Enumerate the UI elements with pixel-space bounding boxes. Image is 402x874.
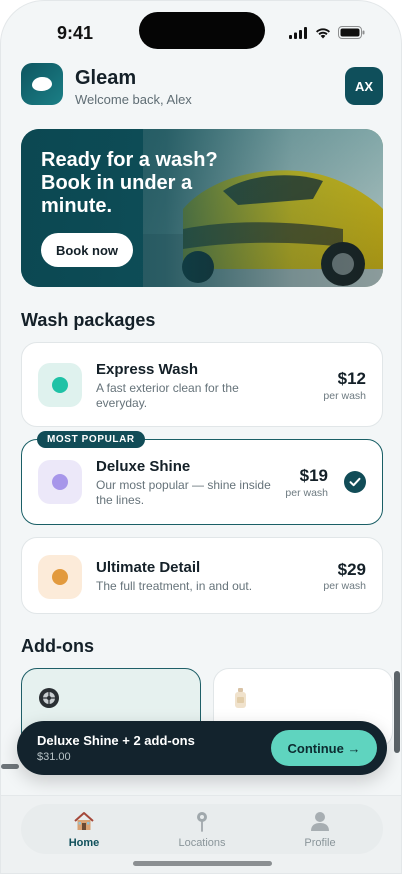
signal-icon [289, 26, 307, 39]
home-icon [74, 812, 94, 830]
tab-label: Home [68, 837, 100, 849]
package-card-ultimate[interactable]: Ultimate Detail The full treatment, in a… [21, 537, 383, 614]
horizontal-scroll-indicator [1, 764, 19, 769]
package-desc: The full treatment, in and out. [96, 579, 253, 593]
package-icon [38, 555, 82, 599]
scrollbar[interactable] [394, 671, 400, 753]
profile-icon [311, 812, 329, 831]
tab-label: Profile [304, 837, 336, 849]
package-name: Deluxe Shine [96, 458, 191, 475]
tab-label: Locations [178, 837, 226, 849]
package-name: Ultimate Detail [96, 559, 201, 576]
app-logo [21, 63, 63, 105]
package-desc: A fast exterior clean for the everyday. [96, 381, 239, 410]
app-screen: 9:41 Gleam Welcome back, Alex AX Ready f… [0, 0, 402, 874]
book-now-button[interactable]: Book now [41, 233, 133, 267]
package-card-express[interactable]: Express Wash A fast exterior clean for t… [21, 342, 383, 427]
package-name: Express Wash [96, 361, 198, 378]
selected-check-icon [344, 471, 366, 493]
tab-profile[interactable]: Profile [275, 810, 365, 849]
booking-summary-bar: Deluxe Shine + 2 add-ons $31.00 Continue… [17, 721, 387, 775]
status-icons [289, 26, 365, 39]
avatar[interactable]: AX [345, 67, 383, 105]
dynamic-island [139, 12, 265, 49]
home-indicator [133, 861, 272, 866]
package-price: $19 [299, 466, 328, 485]
ultimate-dot-icon [52, 569, 68, 585]
package-icon [38, 460, 82, 504]
tab-locations[interactable]: Locations [157, 810, 247, 849]
continue-button[interactable]: Continue → [271, 730, 377, 766]
package-icon [38, 363, 82, 407]
welcome-text: Welcome back, Alex [75, 92, 192, 107]
package-unit: per wash [285, 487, 328, 499]
tab-home[interactable]: Home [39, 810, 129, 849]
hero-banner: Ready for a wash? Book in under a minute… [21, 129, 383, 287]
app-name: Gleam [75, 67, 137, 89]
hero-title: Ready for a wash? Book in under a minute… [41, 149, 218, 217]
express-dot-icon [52, 377, 68, 393]
packages-title: Wash packages [21, 310, 156, 330]
package-price: $29 [337, 560, 366, 579]
drop-logo-icon [32, 77, 52, 91]
wifi-icon [316, 27, 330, 38]
status-time: 9:41 [57, 23, 94, 43]
package-unit: per wash [323, 390, 366, 402]
summary-total: $31.00 [37, 751, 71, 763]
battery-icon [338, 26, 365, 39]
bottle-icon [235, 688, 246, 708]
wheel-icon [39, 688, 59, 708]
most-popular-badge: MOST POPULAR [37, 431, 145, 448]
deluxe-dot-icon [52, 474, 68, 490]
package-desc: Our most popular — shine inside the line… [96, 478, 271, 507]
package-card-deluxe[interactable]: Deluxe Shine Our most popular — shine in… [21, 439, 383, 525]
package-price: $12 [337, 369, 366, 388]
summary-title: Deluxe Shine + 2 add-ons [37, 733, 195, 748]
package-unit: per wash [323, 580, 366, 592]
pin-icon [197, 812, 207, 832]
addons-title: Add-ons [21, 636, 94, 656]
